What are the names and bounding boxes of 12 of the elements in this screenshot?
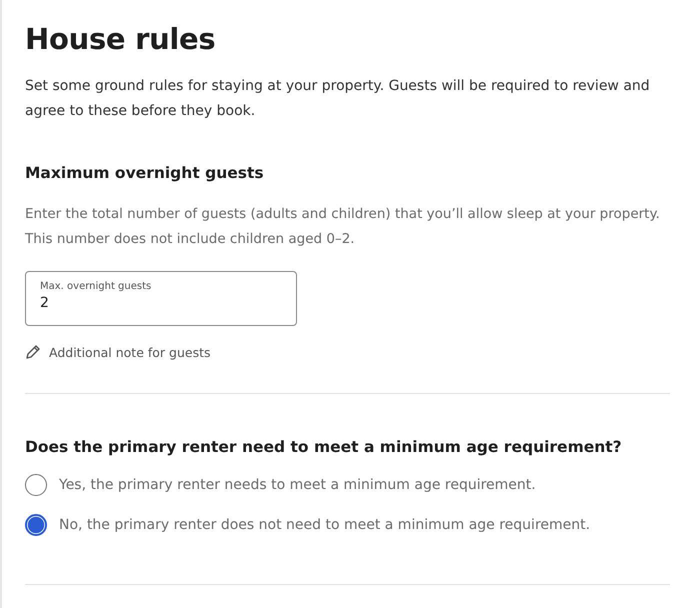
help-text: Enter the total number of guests (adults and children) that you’ll allow sleep at your property. This number does not include children aged 0–2.: [25, 205, 661, 249]
radio-label[interactable]: Yes, the primary renter needs to meet a minimum age requirement.: [59, 477, 536, 493]
section-heading: Maximum overnight guests: [25, 164, 265, 182]
radio-label[interactable]: No, the primary renter does not need to meet a minimum age requirement.: [59, 517, 590, 533]
section-heading: Does the primary renter need to meet a minimum age requirement?: [25, 438, 623, 456]
radio-button[interactable]: [25, 514, 47, 536]
guests-input-field[interactable]: Max. overnight guests 2: [25, 271, 297, 326]
pencil-icon: [25, 344, 41, 360]
intro-text: Set some ground rules for staying at your property. Guests will be required to review and agree to these before they book.: [25, 77, 651, 121]
radio-button[interactable]: [25, 474, 47, 496]
page-title: House rules: [25, 22, 216, 56]
note-link[interactable]: Additional note for guests: [49, 344, 210, 360]
